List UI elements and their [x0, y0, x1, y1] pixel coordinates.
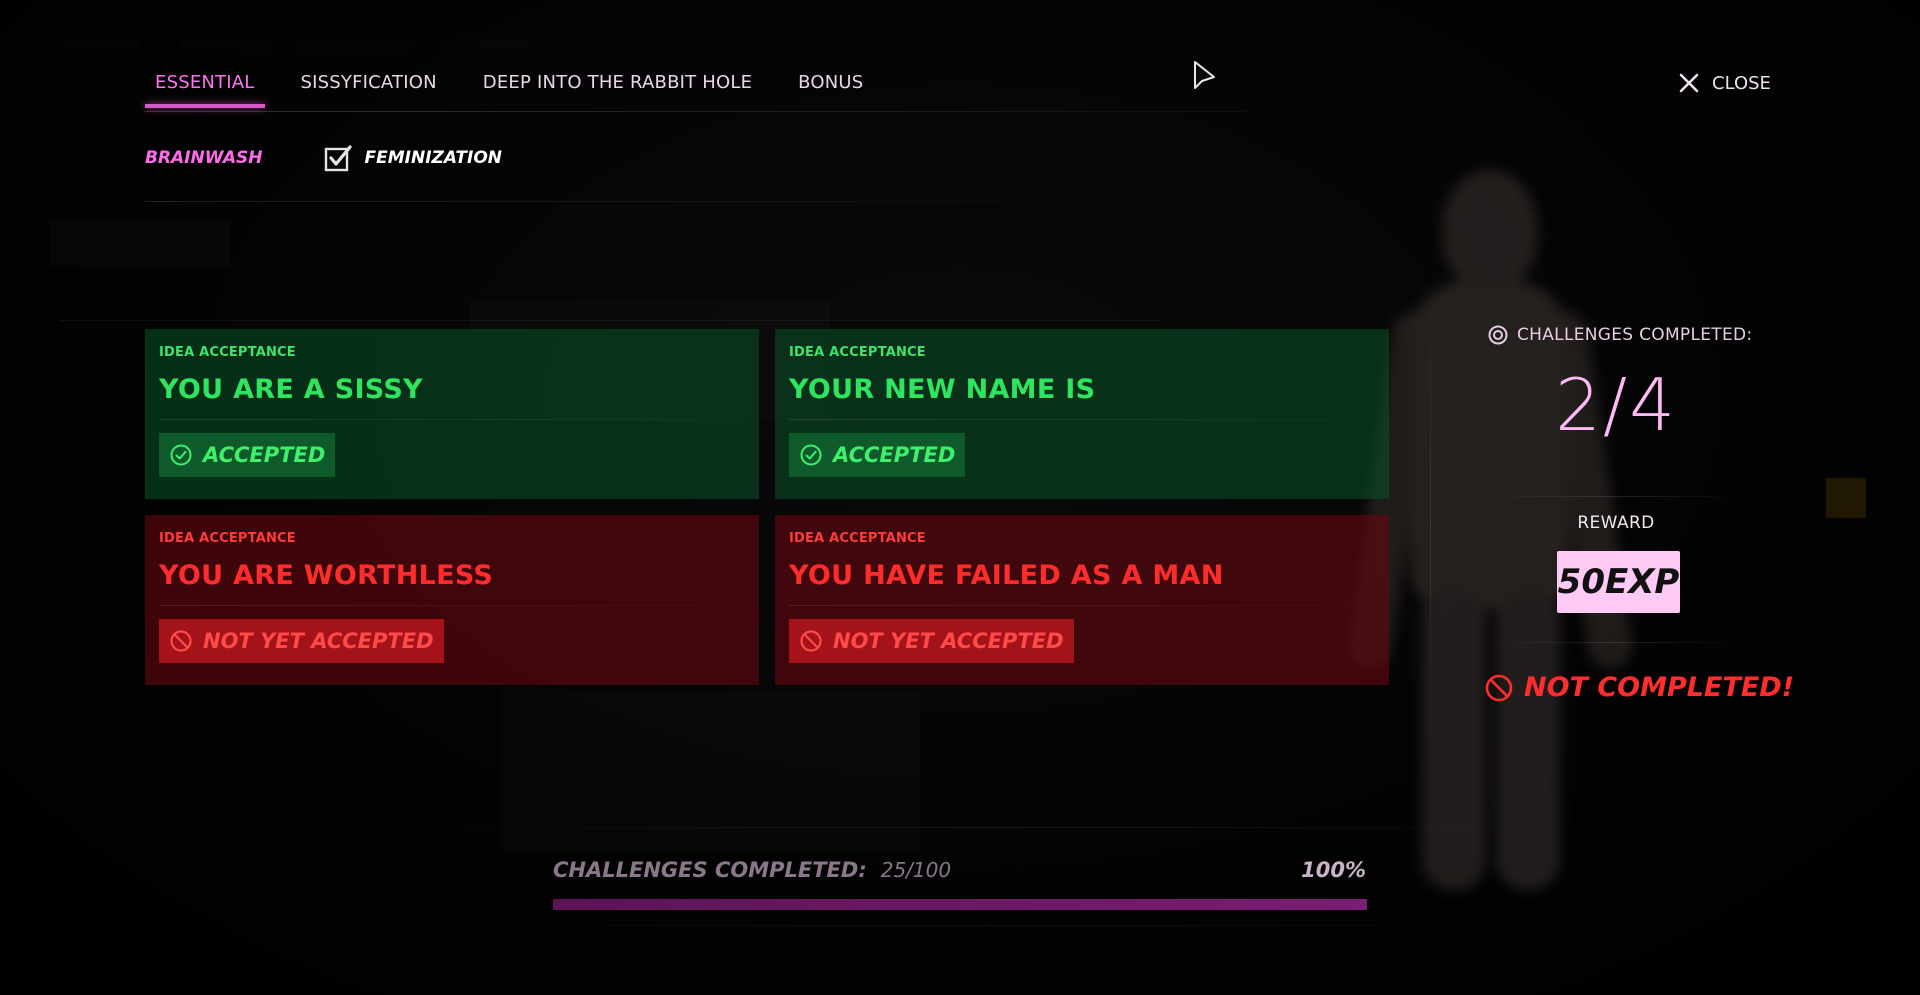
- checkbox-checked-icon: [324, 145, 352, 172]
- panel-divider: [1490, 642, 1740, 643]
- challenges-screen: ESSENTIAL SISSYFICATION DEEP INTO THE RA…: [0, 0, 1920, 995]
- status-badge: ACCEPTED: [789, 433, 966, 477]
- check-circle-icon: [800, 444, 822, 466]
- status-label: NOT YET ACCEPTED: [833, 629, 1064, 653]
- card-divider: [159, 419, 745, 420]
- overall-progress-value: 25/100: [880, 858, 952, 882]
- subtabs-divider: [145, 201, 1025, 202]
- close-label: CLOSE: [1712, 72, 1771, 94]
- challenge-card[interactable]: IDEA ACCEPTANCE YOU ARE WORTHLESS NOT YE…: [145, 515, 759, 685]
- prohibited-icon: [1485, 674, 1513, 701]
- background-ghost-ui: [60, 40, 760, 60]
- card-title: YOU HAVE FAILED AS A MAN: [789, 560, 1224, 591]
- subtab-brainwash[interactable]: BRAINWASH: [145, 148, 263, 168]
- check-circle-icon: [170, 444, 192, 466]
- subtab-label: FEMINIZATION: [364, 148, 503, 168]
- overall-progress-fill: [553, 899, 1367, 910]
- card-title: YOUR NEW NAME IS: [789, 374, 1096, 405]
- status-label: ACCEPTED: [203, 443, 326, 467]
- tab-deep-into-the-rabbit-hole[interactable]: DEEP INTO THE RABBIT HOLE: [473, 60, 762, 100]
- card-category: IDEA ACCEPTANCE: [159, 345, 296, 360]
- challenge-card[interactable]: IDEA ACCEPTANCE YOU HAVE FAILED AS A MAN…: [775, 515, 1389, 685]
- challenges-count: 2/4: [1555, 363, 1677, 447]
- progress-divider: [380, 827, 1600, 828]
- completion-status-label: NOT COMPLETED!: [1524, 672, 1795, 703]
- card-category: IDEA ACCEPTANCE: [159, 531, 296, 546]
- status-badge: NOT YET ACCEPTED: [789, 619, 1074, 663]
- subtab-label: BRAINWASH: [145, 148, 263, 168]
- prohibited-icon: [170, 630, 192, 652]
- close-icon: [1679, 73, 1699, 93]
- subcategory-tabs: BRAINWASH FEMINIZATION: [145, 143, 502, 173]
- subtab-feminization[interactable]: FEMINIZATION: [323, 143, 502, 173]
- overall-progress-bar: [553, 899, 1367, 910]
- overall-progress-caption: CHALLENGES COMPLETED:: [553, 858, 867, 882]
- background-ghost-icon: [1826, 478, 1866, 518]
- background-ghost-panel: [50, 220, 230, 266]
- tabs-divider: [145, 111, 1245, 112]
- background-ghost-line: [60, 320, 1160, 321]
- reward-badge: 50EXP: [1557, 551, 1680, 613]
- challenges-header: CHALLENGES COMPLETED:: [1487, 324, 1752, 346]
- tab-sissyfication[interactable]: SISSYFICATION: [291, 60, 447, 100]
- overall-progress-label: CHALLENGES COMPLETED: 25/100: [553, 858, 951, 882]
- close-button[interactable]: CLOSE: [1678, 72, 1771, 94]
- challenge-card[interactable]: IDEA ACCEPTANCE YOUR NEW NAME IS ACCEPTE…: [775, 329, 1389, 499]
- status-label: NOT YET ACCEPTED: [203, 629, 434, 653]
- prohibited-icon: [800, 630, 822, 652]
- card-category: IDEA ACCEPTANCE: [789, 345, 926, 360]
- status-badge: ACCEPTED: [159, 433, 336, 477]
- challenges-label: CHALLENGES COMPLETED:: [1517, 325, 1753, 345]
- panel-divider: [1490, 496, 1740, 497]
- tab-bonus[interactable]: BONUS: [788, 60, 873, 100]
- mouse-cursor-icon: [1194, 61, 1215, 89]
- card-title: YOU ARE A SISSY: [159, 374, 423, 405]
- progress-divider: [380, 925, 1600, 926]
- tab-essential[interactable]: ESSENTIAL: [145, 60, 265, 108]
- panel-divider: [1430, 290, 1431, 760]
- card-title: YOU ARE WORTHLESS: [159, 560, 494, 591]
- category-tabs: ESSENTIAL SISSYFICATION DEEP INTO THE RA…: [145, 60, 899, 112]
- card-divider: [789, 605, 1375, 606]
- challenge-card[interactable]: IDEA ACCEPTANCE YOU ARE A SISSY ACCEPTED: [145, 329, 759, 499]
- target-icon: [1488, 325, 1508, 345]
- background-ghost-panel: [500, 690, 920, 850]
- card-divider: [789, 419, 1375, 420]
- card-divider: [159, 605, 745, 606]
- status-badge: NOT YET ACCEPTED: [159, 619, 444, 663]
- card-category: IDEA ACCEPTANCE: [789, 531, 926, 546]
- reward-label: REWARD: [1577, 513, 1655, 533]
- overall-progress-percent: 100%: [1301, 858, 1366, 882]
- status-label: ACCEPTED: [833, 443, 956, 467]
- completion-status: NOT COMPLETED!: [1484, 672, 1794, 703]
